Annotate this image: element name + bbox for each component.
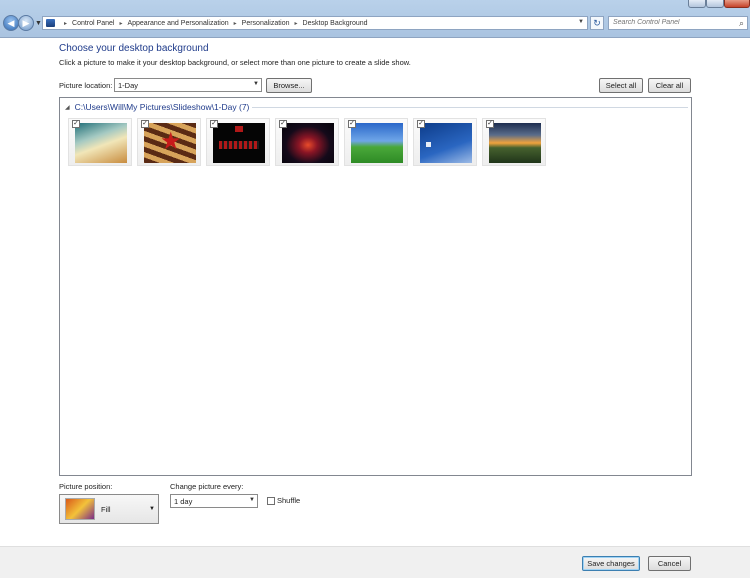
wallpaper-image — [282, 123, 334, 163]
fill-preview-icon — [65, 498, 95, 520]
team-row-shape — [219, 141, 259, 149]
picture-position-value: Fill — [101, 505, 111, 514]
shuffle-label[interactable]: Shuffle — [277, 496, 300, 505]
thumbnail-red-wave-dark[interactable]: ✓ — [275, 118, 339, 166]
chrome-divider — [0, 37, 750, 38]
breadcrumb-separator-icon: ▸ — [119, 20, 123, 27]
group-header[interactable]: ◢ C:\Users\Will\My Pictures\Slideshow\1-… — [65, 102, 249, 112]
change-interval-value: 1 day — [174, 497, 193, 506]
star-shape-icon: ★ — [160, 128, 182, 155]
breadcrumb-label: Control Panel — [72, 19, 115, 27]
collapse-triangle-icon[interactable]: ◢ — [65, 104, 70, 111]
crest-shape — [235, 126, 243, 132]
breadcrumb-separator-icon: ▸ — [64, 20, 68, 27]
clear-all-button[interactable]: Clear all — [648, 78, 691, 93]
thumbnail-blue-logo-wave[interactable]: ✓ — [413, 118, 477, 166]
picture-position-label: Picture position: — [59, 482, 113, 491]
chevron-down-icon: ▼ — [253, 81, 259, 87]
picture-location-label: Picture location: — [59, 81, 113, 90]
thumbnail-checkbox[interactable]: ✓ — [417, 120, 425, 128]
search-input[interactable] — [613, 19, 731, 26]
breadcrumb-appearance[interactable]: Appearance and Personalization — [127, 20, 228, 27]
forward-button[interactable]: ▶ — [18, 15, 34, 31]
picture-gallery[interactable]: ◢ C:\Users\Will\My Pictures\Slideshow\1-… — [59, 97, 692, 476]
recent-pages-dropdown[interactable]: ▼ — [35, 20, 42, 27]
wallpaper-image: ★ — [144, 123, 196, 163]
chevron-down-icon: ▼ — [35, 20, 42, 27]
window-chrome: ◀ ▶ ▼ ▸ Control Panel ▸ Appearance and P… — [0, 0, 750, 38]
picture-location-select[interactable]: 1-Day ▼ — [114, 78, 262, 92]
select-all-button[interactable]: Select all — [599, 78, 643, 93]
wallpaper-image — [489, 123, 541, 163]
change-interval-select[interactable]: 1 day ▼ — [170, 494, 258, 508]
thumbnail-checkbox[interactable]: ✓ — [72, 120, 80, 128]
maximize-button[interactable] — [706, 0, 724, 8]
address-dropdown-icon[interactable]: ▼ — [578, 19, 584, 25]
arrow-right-icon: ▶ — [22, 18, 30, 28]
group-divider — [252, 107, 688, 108]
address-bar[interactable]: ▸ Control Panel ▸ Appearance and Persona… — [42, 16, 588, 30]
thumbnail-red-star-rays[interactable]: ★ ✓ — [137, 118, 201, 166]
thumbnail-team-photo-black[interactable]: ✓ — [206, 118, 270, 166]
arrow-left-icon: ◀ — [7, 18, 15, 28]
breadcrumb-desktop-background[interactable]: Desktop Background — [303, 20, 368, 27]
thumbnail-checkbox[interactable]: ✓ — [486, 120, 494, 128]
breadcrumb-personalization[interactable]: Personalization — [242, 20, 290, 27]
change-interval-label: Change picture every: — [170, 482, 244, 491]
shuffle-checkbox[interactable] — [267, 497, 275, 505]
close-button[interactable] — [724, 0, 750, 8]
breadcrumb-control-panel[interactable]: Control Panel — [72, 20, 114, 27]
breadcrumb-label: Desktop Background — [302, 19, 368, 27]
back-button[interactable]: ◀ — [3, 15, 19, 31]
refresh-icon: ↻ — [593, 18, 601, 28]
page-title: Choose your desktop background — [59, 43, 209, 54]
thumbnail-checkbox[interactable]: ✓ — [279, 120, 287, 128]
chevron-down-icon: ▼ — [249, 497, 255, 503]
group-title: C:\Users\Will\My Pictures\Slideshow\1-Da… — [74, 102, 250, 112]
search-box[interactable]: ⌕ — [608, 16, 748, 30]
thumbnail-checkbox[interactable]: ✓ — [348, 120, 356, 128]
control-panel-icon — [46, 19, 55, 27]
thumbnail-abstract-light-swirl[interactable]: ✓ — [68, 118, 132, 166]
breadcrumb-label: Appearance and Personalization — [127, 19, 229, 27]
wallpaper-image — [351, 123, 403, 163]
search-icon[interactable]: ⌕ — [739, 18, 744, 29]
picture-location-value: 1-Day — [118, 81, 139, 90]
wallpaper-image — [213, 123, 265, 163]
cancel-button[interactable]: Cancel — [648, 556, 691, 571]
thumbnail-green-hill-blue-sky[interactable]: ✓ — [344, 118, 408, 166]
breadcrumb-separator-icon: ▸ — [294, 20, 298, 27]
refresh-button[interactable]: ↻ — [590, 16, 604, 30]
picture-position-select[interactable]: Fill ▼ — [59, 494, 159, 524]
thumbnail-checkbox[interactable]: ✓ — [141, 120, 149, 128]
minimize-button[interactable] — [688, 0, 706, 8]
browse-button[interactable]: Browse... — [266, 78, 312, 93]
breadcrumb-label: Personalization — [241, 19, 290, 27]
breadcrumb-separator-icon: ▸ — [233, 20, 237, 27]
page-subtitle: Click a picture to make it your desktop … — [59, 58, 411, 67]
save-changes-button[interactable]: Save changes — [582, 556, 640, 571]
logo-shape — [426, 142, 431, 147]
wallpaper-image — [420, 123, 472, 163]
thumbnail-sunset-landscape[interactable]: ✓ — [482, 118, 546, 166]
chevron-down-icon: ▼ — [149, 506, 155, 512]
thumbnail-checkbox[interactable]: ✓ — [210, 120, 218, 128]
wallpaper-image — [75, 123, 127, 163]
